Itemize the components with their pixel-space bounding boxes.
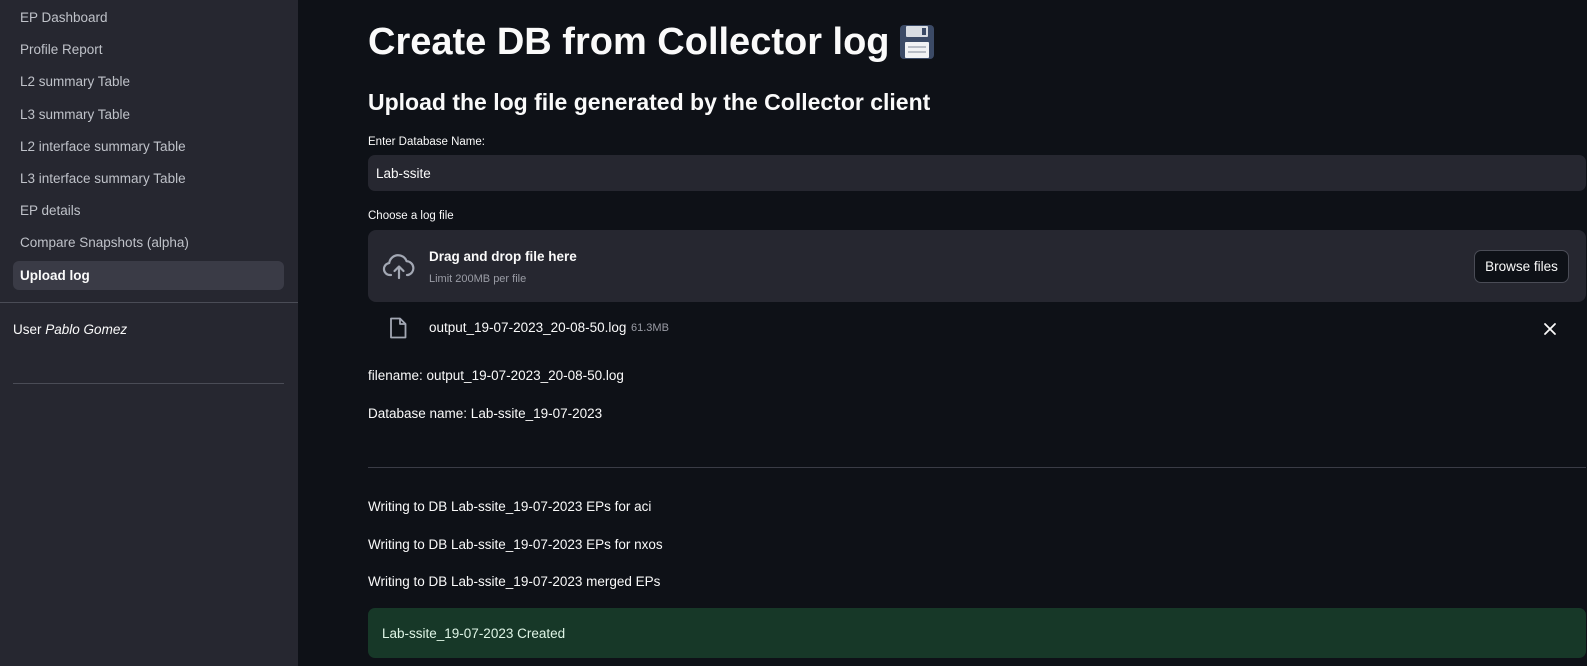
sidebar: EP Dashboard Profile Report L2 summary T… bbox=[0, 0, 298, 666]
db-name-input[interactable] bbox=[368, 155, 1586, 191]
database-name-line: Database name: Lab-ssite_19-07-2023 bbox=[368, 406, 603, 421]
sidebar-item-profile-report[interactable]: Profile Report bbox=[13, 35, 284, 64]
page-subtitle: Upload the log file generated by the Col… bbox=[368, 89, 931, 115]
cloud-upload-icon bbox=[382, 254, 415, 280]
dropzone-limit: Limit 200MB per file bbox=[429, 273, 527, 285]
filename-line: filename: output_19-07-2023_20-08-50.log bbox=[368, 368, 624, 383]
sidebar-item-l3-interface-summary-table[interactable]: L3 interface summary Table bbox=[13, 164, 284, 193]
file-upload-label: Choose a log file bbox=[368, 210, 454, 222]
page-title-text: Create DB from Collector log bbox=[368, 21, 890, 63]
log-line: Writing to DB Lab-ssite_19-07-2023 EPs f… bbox=[368, 537, 663, 552]
sidebar-item-l2-summary-table[interactable]: L2 summary Table bbox=[13, 67, 284, 96]
db-name-label: Enter Database Name: bbox=[368, 136, 485, 148]
dropzone-title: Drag and drop file here bbox=[429, 249, 577, 264]
sidebar-divider bbox=[0, 302, 298, 303]
sidebar-divider-bottom bbox=[13, 383, 284, 384]
sidebar-item-compare-snapshots[interactable]: Compare Snapshots (alpha) bbox=[13, 228, 284, 257]
sidebar-nav: EP Dashboard Profile Report L2 summary T… bbox=[13, 3, 284, 293]
sidebar-item-upload-log[interactable]: Upload log bbox=[13, 260, 284, 290]
uploaded-file-name: output_19-07-2023_20-08-50.log bbox=[429, 320, 627, 335]
user-prefix: User bbox=[13, 322, 42, 337]
uploaded-file-size: 61.3MB bbox=[631, 322, 669, 334]
app: EP Dashboard Profile Report L2 summary T… bbox=[0, 0, 1587, 666]
uploaded-file-row: output_19-07-2023_20-08-50.log 61.3MB bbox=[368, 314, 1586, 344]
floppy-disk-icon bbox=[899, 25, 934, 59]
file-dropzone[interactable]: Drag and drop file here Limit 200MB per … bbox=[368, 230, 1586, 302]
file-icon bbox=[390, 317, 407, 339]
sidebar-item-l3-summary-table[interactable]: L3 summary Table bbox=[13, 100, 284, 129]
browse-files-button[interactable]: Browse files bbox=[1474, 250, 1569, 283]
log-line: Writing to DB Lab-ssite_19-07-2023 EPs f… bbox=[368, 499, 652, 514]
user-info: User Pablo Gomez bbox=[13, 322, 127, 337]
sidebar-item-l2-interface-summary-table[interactable]: L2 interface summary Table bbox=[13, 132, 284, 161]
close-icon[interactable] bbox=[1540, 319, 1560, 339]
sidebar-item-ep-dashboard[interactable]: EP Dashboard bbox=[13, 3, 284, 32]
user-name: Pablo Gomez bbox=[45, 322, 128, 337]
log-line: Writing to DB Lab-ssite_19-07-2023 merge… bbox=[368, 574, 661, 589]
sidebar-item-ep-details[interactable]: EP details bbox=[13, 196, 284, 225]
main-content: Create DB from Collector log Upload the … bbox=[298, 0, 1587, 666]
success-alert: Lab-ssite_19-07-2023 Created bbox=[368, 608, 1586, 658]
divider bbox=[368, 467, 1586, 468]
page-title: Create DB from Collector log bbox=[368, 16, 936, 68]
